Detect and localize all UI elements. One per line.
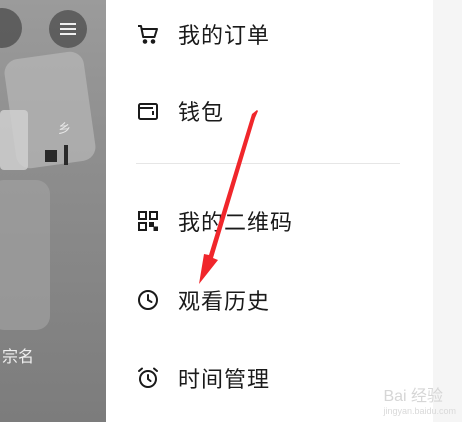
- blurred-thumbnail: [0, 110, 28, 170]
- faded-text-fragment: 乡: [58, 122, 72, 137]
- qrcode-icon: [138, 211, 158, 231]
- pixel-mark: [45, 150, 57, 162]
- watermark: Bai 经验 jingyan.baidu.com: [383, 382, 456, 416]
- blurred-thumbnail: [0, 180, 50, 330]
- background-content-overlay[interactable]: 乡 宗名: [0, 0, 106, 422]
- back-button[interactable]: [0, 8, 22, 48]
- menu-item-wallet[interactable]: 钱包: [136, 91, 224, 131]
- menu-item-label: 我的二维码: [178, 211, 294, 236]
- menu-item-time-management[interactable]: 时间管理: [136, 358, 270, 398]
- menu-item-watch-history[interactable]: 观看历史: [136, 280, 270, 320]
- side-menu-panel: 我的订单 钱包 我的二维码 观看历史 时间管理: [106, 0, 433, 422]
- pixel-mark: [64, 145, 68, 165]
- menu-item-label: 观看历史: [178, 290, 271, 315]
- wallet-icon: [138, 103, 158, 120]
- watermark-brand: Bai 经验: [383, 388, 444, 405]
- menu-icon[interactable]: [49, 10, 87, 48]
- faded-text-fragment: 宗名: [2, 347, 35, 366]
- watermark-url: jingyan.baidu.com: [383, 406, 456, 416]
- menu-item-qrcode[interactable]: 我的二维码: [136, 201, 293, 241]
- alarm-icon: [138, 367, 158, 388]
- screen-edge: [433, 0, 462, 422]
- menu-item-label: 我的订单: [178, 24, 271, 49]
- menu-item-orders[interactable]: 我的订单: [136, 14, 270, 54]
- clock-icon: [138, 290, 158, 310]
- menu-item-label: 钱包: [178, 101, 225, 126]
- cart-icon: [138, 25, 158, 44]
- menu-divider: [136, 163, 400, 164]
- menu-item-label: 时间管理: [178, 368, 271, 393]
